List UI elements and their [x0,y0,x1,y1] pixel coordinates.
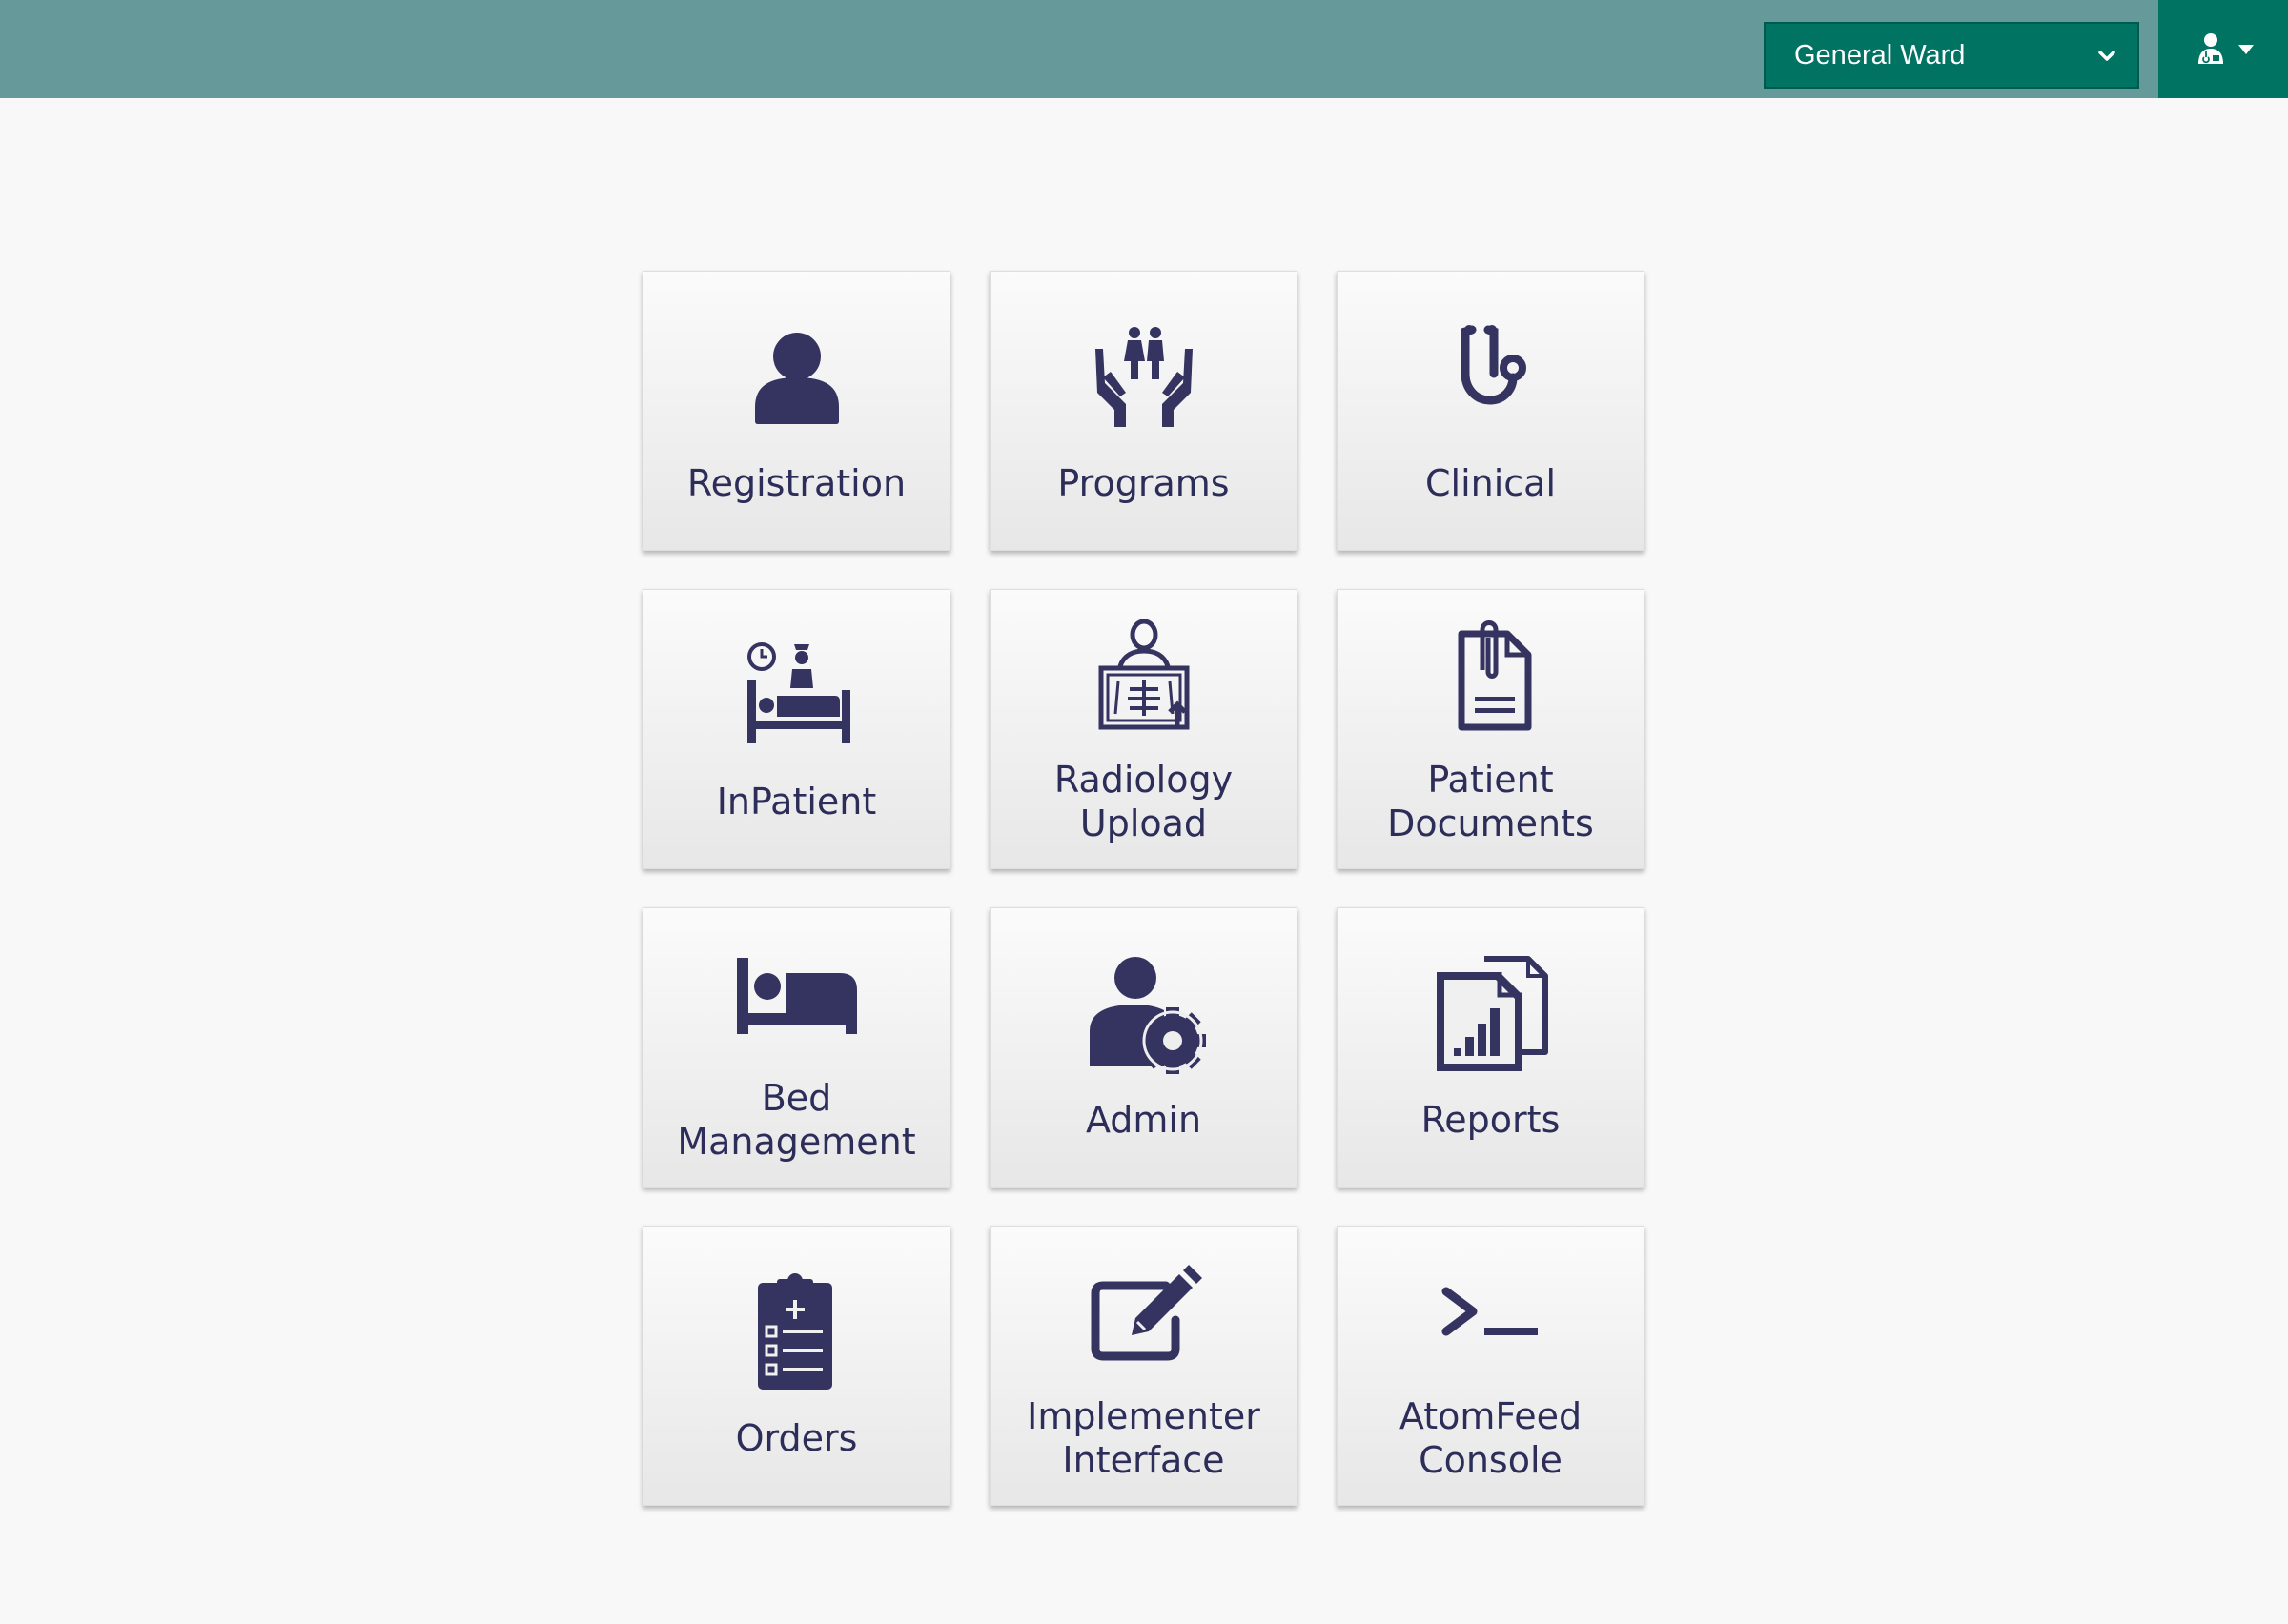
tile-label: Patient Documents [1387,759,1594,844]
user-icon [735,316,859,440]
tile-label: Orders [735,1417,858,1459]
clipboard-list-icon [735,1271,859,1395]
user-menu-button[interactable] [2158,0,2288,98]
bed-icon [735,931,859,1055]
tile-label: InPatient [716,781,877,822]
tile-admin[interactable]: Admin [990,907,1297,1188]
location-select[interactable]: General Ward [1764,22,2139,89]
tile-registration[interactable]: Registration [643,271,950,551]
app-tile-grid: Registration Programs Clinical InPatient… [643,271,1644,1506]
tile-label: Registration [686,462,907,504]
tile-inpatient[interactable]: InPatient [643,589,950,869]
tile-atomfeed-console[interactable]: AtomFeed Console [1337,1226,1644,1506]
tile-implementer-interface[interactable]: Implementer Interface [990,1226,1297,1506]
location-select-value: General Ward [1794,39,1966,71]
tile-label: Clinical [1424,462,1557,504]
hands-family-icon [1082,316,1206,440]
top-header: General Ward [0,0,2288,98]
stethoscope-icon [1429,316,1553,440]
tile-programs[interactable]: Programs [990,271,1297,551]
tile-label: Implementer Interface [1027,1395,1260,1481]
tile-orders[interactable]: Orders [643,1226,950,1506]
tile-label: Programs [1057,462,1230,504]
document-paperclip-icon [1429,613,1553,737]
tile-label: Bed Management [677,1077,916,1163]
report-chart-icon [1429,953,1553,1077]
tile-radiology-upload[interactable]: Radiology Upload [990,589,1297,869]
inpatient-bed-nurse-icon [735,635,859,759]
terminal-icon [1429,1249,1553,1373]
xray-icon [1082,613,1206,737]
caret-down-icon [2238,45,2254,54]
user-doctor-icon [2198,33,2223,64]
edit-icon [1082,1249,1206,1373]
user-gear-icon [1082,953,1206,1077]
tile-label: Reports [1420,1099,1561,1141]
tile-label: Radiology Upload [1053,759,1234,844]
tile-reports[interactable]: Reports [1337,907,1644,1188]
tile-clinical[interactable]: Clinical [1337,271,1644,551]
tile-label: AtomFeed Console [1399,1395,1583,1481]
tile-patient-documents[interactable]: Patient Documents [1337,589,1644,869]
tile-label: Admin [1085,1099,1202,1141]
chevron-down-icon [2098,51,2115,61]
tile-bed-management[interactable]: Bed Management [643,907,950,1188]
